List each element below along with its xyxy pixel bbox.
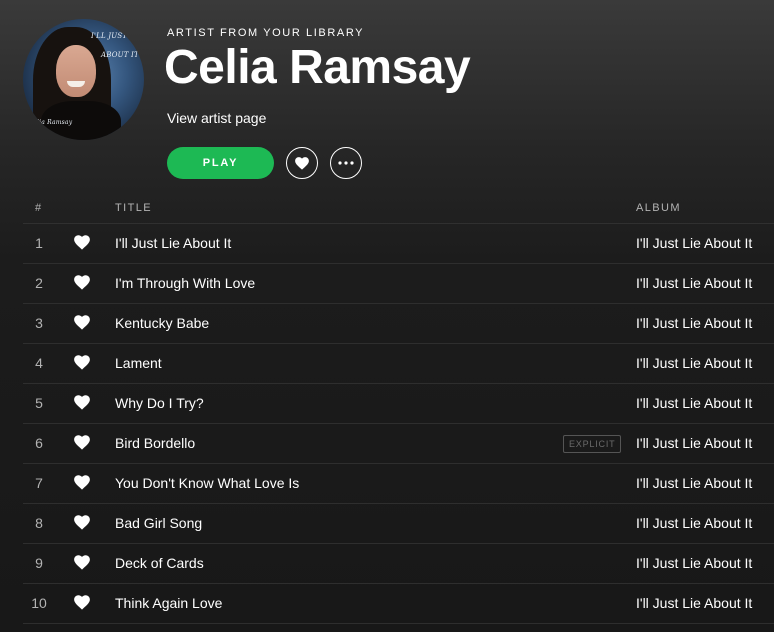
- track-row[interactable]: 8 Bad Girl Song I'll Just Lie About It: [23, 504, 774, 544]
- track-album[interactable]: I'll Just Lie About It: [636, 355, 752, 371]
- track-number: 8: [35, 515, 43, 531]
- track-like-button[interactable]: [74, 435, 90, 451]
- avatar-face-shape: [56, 45, 96, 97]
- heart-icon: [74, 595, 90, 610]
- track-number: 5: [35, 395, 43, 411]
- track-like-button[interactable]: [74, 515, 90, 531]
- track-title[interactable]: You Don't Know What Love Is: [115, 475, 299, 491]
- track-album[interactable]: I'll Just Lie About It: [636, 315, 752, 331]
- heart-icon: [74, 275, 90, 290]
- track-like-button[interactable]: [74, 595, 90, 611]
- track-title[interactable]: I'm Through With Love: [115, 275, 255, 291]
- track-row[interactable]: 7 You Don't Know What Love Is I'll Just Li…: [23, 464, 774, 504]
- view-artist-page-link[interactable]: View artist page: [167, 110, 266, 126]
- heart-icon: [74, 475, 90, 490]
- explicit-badge: EXPLICIT: [563, 435, 622, 453]
- track-number: 4: [35, 355, 43, 371]
- track-album[interactable]: I'll Just Lie About It: [636, 395, 752, 411]
- avatar-text-line3: lia Ramsay: [37, 119, 73, 126]
- tracklist-rows: 1 I'll Just Lie About It I'll Just Lie Abo…: [23, 224, 774, 624]
- track-row[interactable]: 6 Bird Bordello EXPLICIT I'll Just Lie Abou…: [23, 424, 774, 464]
- column-header-number: #: [35, 202, 43, 214]
- more-horizontal-icon: [338, 161, 354, 165]
- play-button[interactable]: PLAY: [167, 147, 274, 179]
- track-title[interactable]: Deck of Cards: [115, 555, 204, 571]
- heart-icon: [74, 515, 90, 530]
- track-album[interactable]: I'll Just Lie About It: [636, 275, 752, 291]
- track-title[interactable]: Think Again Love: [115, 595, 222, 611]
- track-like-button[interactable]: [74, 555, 90, 571]
- track-title[interactable]: Why Do I Try?: [115, 395, 204, 411]
- track-album[interactable]: I'll Just Lie About It: [636, 515, 752, 531]
- like-artist-button[interactable]: [286, 147, 318, 179]
- track-title[interactable]: Bad Girl Song: [115, 515, 202, 531]
- track-row[interactable]: 2 I'm Through With Love I'll Just Lie Abou…: [23, 264, 774, 304]
- tracklist-header: # TITLE ALBUM: [23, 193, 774, 224]
- artist-name: Celia Ramsay: [164, 41, 471, 94]
- track-number: 6: [35, 435, 43, 451]
- heart-icon: [74, 395, 90, 410]
- track-like-button[interactable]: [74, 275, 90, 291]
- heart-icon: [74, 315, 90, 330]
- track-like-button[interactable]: [74, 315, 90, 331]
- track-album[interactable]: I'll Just Lie About It: [636, 475, 752, 491]
- heart-icon: [74, 235, 90, 250]
- track-number: 3: [35, 315, 43, 331]
- track-row[interactable]: 4 Lament I'll Just Lie About It: [23, 344, 774, 384]
- track-row[interactable]: 1 I'll Just Lie About It I'll Just Lie Abo…: [23, 224, 774, 264]
- track-number: 10: [31, 595, 47, 611]
- column-header-album[interactable]: ALBUM: [636, 202, 681, 214]
- track-row[interactable]: 3 Kentucky Babe I'll Just Lie About It: [23, 304, 774, 344]
- track-number: 9: [35, 555, 43, 571]
- heart-icon: [74, 555, 90, 570]
- artist-avatar[interactable]: I'LL JUST ABOUT IT lia Ramsay: [23, 19, 144, 140]
- track-number: 7: [35, 475, 43, 491]
- track-album[interactable]: I'll Just Lie About It: [636, 595, 752, 611]
- track-title[interactable]: Bird Bordello: [115, 435, 195, 451]
- track-row[interactable]: 9 Deck of Cards I'll Just Lie About It: [23, 544, 774, 584]
- tracklist-table: # TITLE ALBUM 1 I'll Just Lie About It I'l…: [23, 193, 774, 624]
- track-title[interactable]: Kentucky Babe: [115, 315, 209, 331]
- page-eyebrow: ARTIST FROM YOUR LIBRARY: [167, 27, 365, 39]
- avatar-text-line1: I'LL JUST: [91, 32, 128, 40]
- track-album[interactable]: I'll Just Lie About It: [636, 235, 752, 251]
- track-like-button[interactable]: [74, 235, 90, 251]
- heart-icon: [74, 355, 90, 370]
- track-like-button[interactable]: [74, 355, 90, 371]
- track-album[interactable]: I'll Just Lie About It: [636, 435, 752, 451]
- track-like-button[interactable]: [74, 395, 90, 411]
- track-row[interactable]: 10 Think Again Love I'll Just Lie About It: [23, 584, 774, 624]
- heart-icon: [295, 156, 309, 170]
- more-options-button[interactable]: [330, 147, 362, 179]
- track-title[interactable]: I'll Just Lie About It: [115, 235, 231, 251]
- artist-page: I'LL JUST ABOUT IT lia Ramsay ARTIST FRO…: [0, 0, 774, 632]
- track-number: 1: [35, 235, 43, 251]
- track-album[interactable]: I'll Just Lie About It: [636, 555, 752, 571]
- avatar-text-line2: ABOUT IT: [101, 51, 139, 59]
- track-row[interactable]: 5 Why Do I Try? I'll Just Lie About It: [23, 384, 774, 424]
- column-header-title[interactable]: TITLE: [115, 202, 152, 214]
- track-title[interactable]: Lament: [115, 355, 162, 371]
- heart-icon: [74, 435, 90, 450]
- track-number: 2: [35, 275, 43, 291]
- track-like-button[interactable]: [74, 475, 90, 491]
